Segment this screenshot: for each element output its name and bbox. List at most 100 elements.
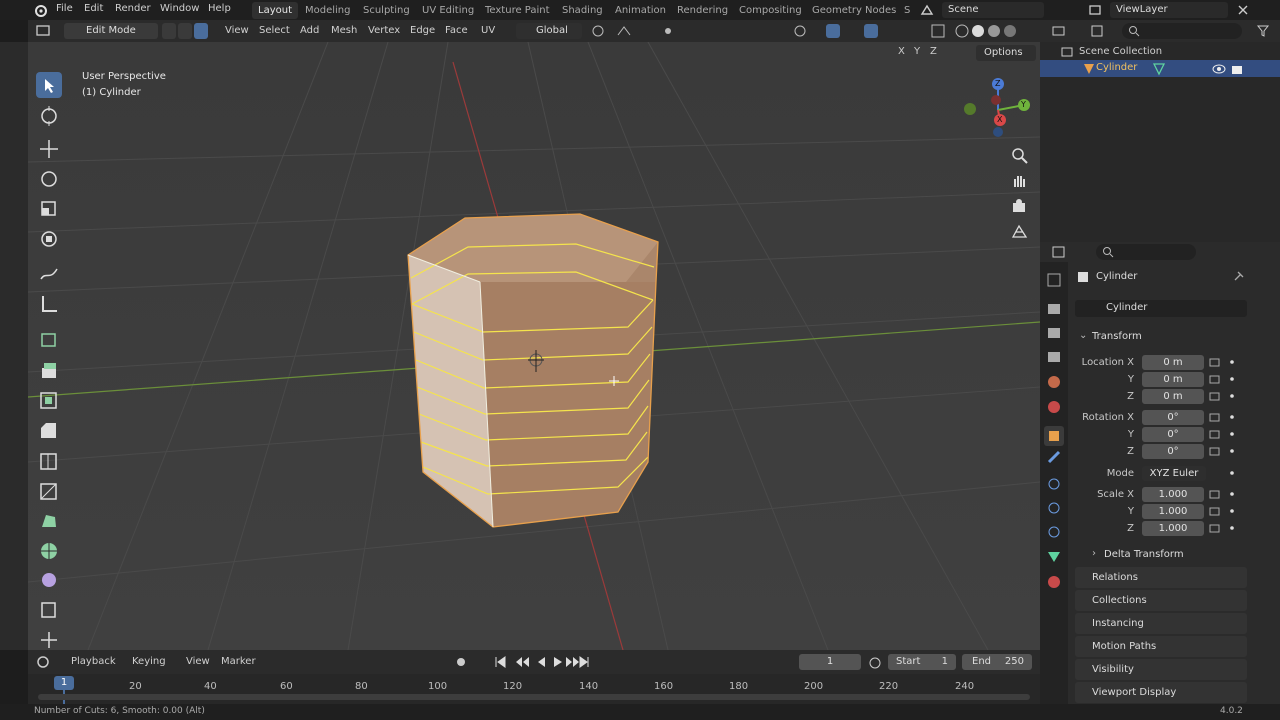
options-dropdown[interactable]: Options [976,45,1036,61]
object-name-field[interactable]: Cylinder [1075,300,1247,317]
menu-edit[interactable]: Edit [84,3,103,14]
cursor-tool[interactable] [36,103,62,129]
scene-selector[interactable]: Scene [942,2,1044,18]
menu-help[interactable]: Help [208,3,231,14]
rotate-tool[interactable] [36,166,62,192]
relations-section[interactable]: Relations [1075,567,1247,588]
menu-file[interactable]: File [56,3,73,14]
current-frame-field[interactable]: 1 [799,654,861,670]
select-box-tool[interactable] [36,72,62,98]
bevel-tool[interactable] [36,418,62,444]
mode-selector[interactable]: Edit Mode [64,23,158,39]
stopwatch-icon[interactable] [868,655,882,669]
viewport-shading-icons[interactable] [790,24,1030,38]
properties-search-input[interactable] [1096,244,1196,260]
menu-view[interactable]: View [225,25,249,36]
orientation-selector[interactable]: Global [516,23,582,39]
display-mode-icon[interactable] [1090,24,1104,38]
tab-layout[interactable]: Layout [252,2,298,19]
location-x-field[interactable]: 0 m [1142,355,1204,370]
move-tool[interactable] [36,136,62,162]
menu-marker[interactable]: Marker [221,656,256,667]
menu-add[interactable]: Add [300,25,319,36]
camera-icon[interactable] [1010,197,1030,217]
tab-overflow[interactable]: S [898,2,916,19]
scale-y-field[interactable]: 1.000 [1142,504,1204,519]
visibility-section[interactable]: Visibility [1075,659,1247,680]
menu-face[interactable]: Face [445,25,468,36]
knife-tool[interactable] [36,478,62,504]
pin-icon[interactable] [1232,271,1244,283]
timeline-editor-icon[interactable] [36,655,52,669]
smooth-tool[interactable] [36,567,62,593]
add-cube-tool[interactable] [36,326,62,352]
tab-compositing[interactable]: Compositing [733,2,808,19]
blender-logo-icon[interactable] [34,3,48,17]
menu-keying[interactable]: Keying [132,656,166,667]
start-frame-field[interactable]: Start 1 [888,654,956,670]
rotation-z-field[interactable]: 0° [1142,444,1204,459]
tab-shading[interactable]: Shading [556,2,609,19]
visibility-eye-icon[interactable] [1212,62,1226,76]
location-y-field[interactable]: 0 m [1142,372,1204,387]
menu-select[interactable]: Select [259,25,290,36]
viewport-scene[interactable] [28,42,1040,650]
snapping-icons[interactable] [588,24,688,38]
mirror-z[interactable]: Z [930,46,937,57]
editor-type-icon[interactable] [36,24,52,38]
rotation-mode-dropdown[interactable]: XYZ Euler [1142,466,1206,481]
scale-tool[interactable] [36,196,62,222]
menu-window[interactable]: Window [160,3,199,14]
measure-tool[interactable] [36,291,62,317]
3d-viewport[interactable]: User Perspective (1) Cylinder X Y Z Opti… [28,42,1040,650]
edge-select-button[interactable] [178,23,192,39]
menu-edge[interactable]: Edge [410,25,435,36]
record-icon[interactable] [454,655,468,669]
close-icon[interactable] [1236,3,1250,17]
transform-section-header[interactable]: ⌄ Transform [1075,328,1247,345]
menu-uv[interactable]: UV [481,25,495,36]
outliner-editor-icon[interactable] [1052,24,1066,38]
menu-render[interactable]: Render [115,3,151,14]
timeline-scrollbar[interactable] [38,694,1030,700]
rotation-x-field[interactable]: 0° [1142,410,1204,425]
loop-cut-tool[interactable] [36,448,62,474]
vertex-select-button[interactable] [162,23,176,39]
mirror-axis-toggles[interactable]: X Y Z [892,46,956,60]
menu-playback[interactable]: Playback [71,656,116,667]
property-tab-icons[interactable] [1040,262,1068,602]
playback-controls[interactable] [494,655,590,669]
tab-uv-editing[interactable]: UV Editing [416,2,480,19]
tab-geometry-nodes[interactable]: Geometry Nodes [806,2,902,19]
annotate-tool[interactable] [36,261,62,287]
mirror-x[interactable]: X [898,46,905,57]
spin-tool[interactable] [36,538,62,564]
scale-x-field[interactable]: 1.000 [1142,487,1204,502]
mirror-y[interactable]: Y [914,46,920,57]
outliner-search-input[interactable] [1122,23,1242,39]
grid-view-icon[interactable] [1010,222,1030,242]
edge-slide-tool[interactable] [36,597,62,623]
collections-section[interactable]: Collections [1075,590,1247,611]
tab-sculpting[interactable]: Sculpting [357,2,416,19]
timeline-area[interactable]: 1 20 40 60 80 100 120 140 160 180 200 22… [28,674,1040,704]
tab-animation[interactable]: Animation [609,2,672,19]
lock-and-keyframe-icons[interactable] [1208,355,1242,537]
shear-tool[interactable] [36,627,62,650]
menu-vertex[interactable]: Vertex [368,25,400,36]
playhead-frame-badge[interactable]: 1 [54,676,74,690]
motion-paths-section[interactable]: Motion Paths [1075,636,1247,657]
scale-z-field[interactable]: 1.000 [1142,521,1204,536]
instancing-section[interactable]: Instancing [1075,613,1247,634]
view-layer-selector[interactable]: ViewLayer [1110,2,1228,18]
tab-rendering[interactable]: Rendering [671,2,734,19]
rotation-y-field[interactable]: 0° [1142,427,1204,442]
poly-build-tool[interactable] [36,508,62,534]
render-camera-icon[interactable] [1230,62,1244,76]
menu-mesh[interactable]: Mesh [331,25,357,36]
navigation-gizmo[interactable] [958,74,1030,148]
extrude-tool[interactable] [36,358,62,384]
location-z-field[interactable]: 0 m [1142,389,1204,404]
pan-hand-icon[interactable] [1010,171,1030,191]
transform-tool[interactable] [36,226,62,252]
